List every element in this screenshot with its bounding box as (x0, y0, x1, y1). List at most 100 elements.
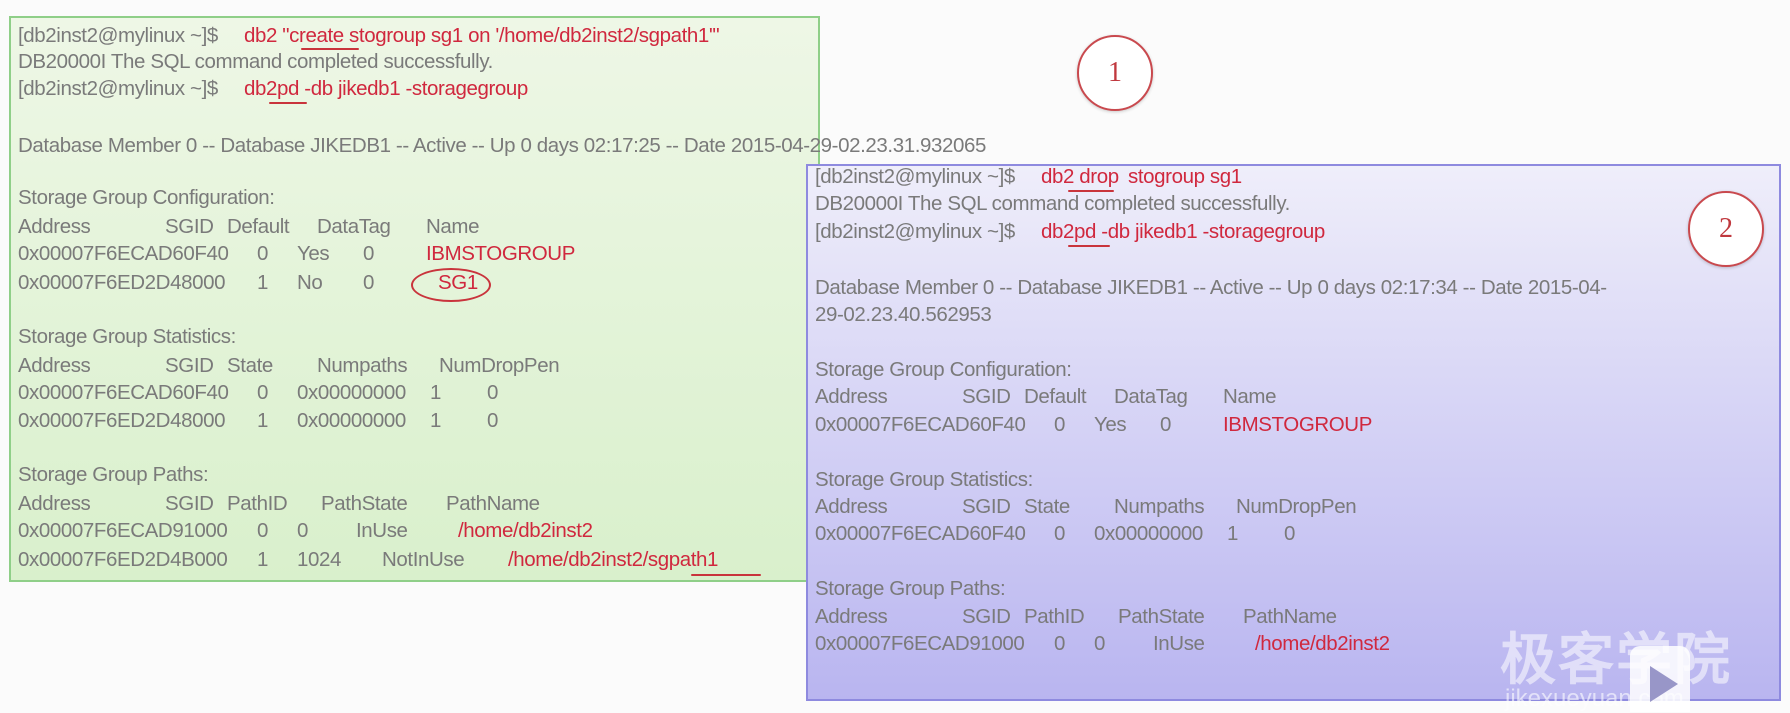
cell: 1 (257, 271, 269, 294)
terminal-panel-1: [db2inst2@mylinux ~]$ db2 "create stogrou… (9, 16, 1153, 582)
cell: 0x00007F6ED2D4B000 (18, 548, 228, 571)
col-default: Default (1024, 385, 1087, 408)
col-numdroppen: NumDropPen (1236, 495, 1357, 518)
annotation-underline (269, 102, 307, 104)
prompt: [db2inst2@mylinux ~]$ (815, 165, 1015, 188)
col-address: Address (18, 492, 91, 515)
cell: 0x00007F6ECAD60F40 (18, 381, 229, 404)
cell: 0 (363, 242, 375, 265)
cell: 0 (257, 519, 269, 542)
col-address: Address (18, 215, 91, 238)
command-text: db2 "create stogroup sg1 on '/home/db2in… (244, 24, 720, 47)
cell: 0x00007F6ECAD60F40 (815, 522, 1026, 545)
command-text: db2 drop (1041, 165, 1119, 188)
cell: 1 (430, 381, 442, 404)
cell: 0x00007F6ECAD91000 (815, 632, 1025, 655)
col-numpaths: Numpaths (317, 354, 408, 377)
cell: InUse (1153, 632, 1205, 655)
col-pathname: PathName (446, 492, 540, 515)
cell: 0x00007F6ED2D48000 (18, 409, 226, 432)
annotation-circle (411, 268, 491, 302)
col-state: State (1024, 495, 1070, 518)
cell: 0 (1054, 632, 1066, 655)
cell: 0 (257, 242, 269, 265)
col-sgid: SGID (962, 385, 1011, 408)
cell: 0 (257, 381, 269, 404)
cell: IBMSTOGROUP (1223, 413, 1372, 436)
paths-title: Storage Group Paths: (815, 577, 1006, 600)
status-message: DB20000I The SQL command completed succe… (815, 192, 1290, 215)
paths-title: Storage Group Paths: (18, 463, 209, 486)
col-pathstate: PathState (1118, 605, 1205, 628)
cell: 1 (257, 409, 269, 432)
cell: 0 (1054, 413, 1066, 436)
col-numpaths: Numpaths (1114, 495, 1205, 518)
prompt: [db2inst2@mylinux ~]$ (815, 220, 1015, 243)
cell: 0 (297, 519, 309, 542)
cell: Yes (297, 242, 330, 265)
cell: 0 (1094, 632, 1106, 655)
cell: 1 (430, 409, 442, 432)
status-message: DB20000I The SQL command completed succe… (18, 50, 493, 73)
cell: Yes (1094, 413, 1127, 436)
col-address: Address (18, 354, 91, 377)
database-info-cont: 29-02.23.40.562953 (815, 303, 992, 326)
col-sgid: SGID (962, 495, 1011, 518)
watermark-logo: 极客学院 (1500, 628, 1732, 691)
play-icon[interactable] (1630, 646, 1690, 712)
cell: 1 (257, 548, 269, 571)
col-datatag: DataTag (1114, 385, 1188, 408)
cell: 0x00000000 (1094, 522, 1203, 545)
cell: 0x00007F6ECAD60F40 (18, 242, 229, 265)
annotation-underline (1068, 190, 1114, 192)
col-sgid: SGID (165, 215, 214, 238)
cell: NotInUse (382, 548, 465, 571)
cell: /home/db2inst2/sgpath1 (508, 548, 719, 571)
database-info: Database Member 0 -- Database JIKEDB1 --… (815, 276, 1607, 299)
cell: 0 (363, 271, 375, 294)
cell: 0x00007F6ECAD91000 (18, 519, 228, 542)
cell: 0x00000000 (297, 409, 406, 432)
col-datatag: DataTag (317, 215, 391, 238)
col-name: Name (426, 215, 480, 238)
annotation-underline (1068, 245, 1110, 247)
cell: No (297, 271, 323, 294)
database-info: Database Member 0 -- Database JIKEDB1 --… (18, 134, 987, 157)
col-address: Address (815, 495, 888, 518)
col-state: State (227, 354, 273, 377)
step-badge: 1 (1077, 35, 1153, 111)
col-pathid: PathID (1024, 605, 1085, 628)
stats-title: Storage Group Statistics: (815, 468, 1033, 491)
col-default: Default (227, 215, 290, 238)
config-title: Storage Group Configuration: (18, 186, 275, 209)
annotation-underline (691, 574, 761, 576)
col-name: Name (1223, 385, 1277, 408)
prompt: [db2inst2@mylinux ~]$ (18, 24, 218, 47)
stats-title: Storage Group Statistics: (18, 325, 236, 348)
annotation-underline (301, 48, 359, 50)
col-sgid: SGID (962, 605, 1011, 628)
step-badge: 2 (1688, 191, 1764, 267)
col-pathname: PathName (1243, 605, 1337, 628)
col-address: Address (815, 605, 888, 628)
col-pathstate: PathState (321, 492, 408, 515)
col-sgid: SGID (165, 492, 214, 515)
cell: 1 (1227, 522, 1239, 545)
cell: 0 (1284, 522, 1296, 545)
cell: 0 (1160, 413, 1172, 436)
col-numdroppen: NumDropPen (439, 354, 560, 377)
config-title: Storage Group Configuration: (815, 358, 1072, 381)
cell: /home/db2inst2 (1255, 632, 1390, 655)
cell: IBMSTOGROUP (426, 242, 575, 265)
cell: 0x00007F6ED2D48000 (18, 271, 226, 294)
cell: 0 (1054, 522, 1066, 545)
command-text: stogroup sg1 (1128, 165, 1242, 188)
col-address: Address (815, 385, 888, 408)
prompt: [db2inst2@mylinux ~]$ (18, 77, 218, 100)
col-sgid: SGID (165, 354, 214, 377)
command-text: db2pd -db jikedb1 -storagegroup (244, 77, 528, 100)
cell: 0x00000000 (297, 381, 406, 404)
cell: 0 (487, 409, 499, 432)
command-text: db2pd -db jikedb1 -storagegroup (1041, 220, 1325, 243)
cell: InUse (356, 519, 408, 542)
